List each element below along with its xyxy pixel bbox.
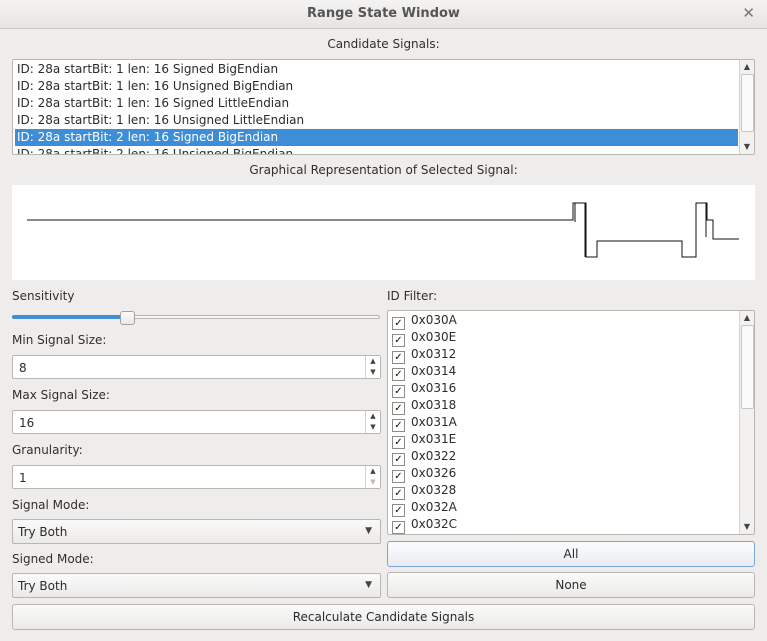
sensitivity-slider-fill xyxy=(12,315,126,319)
scroll-thumb[interactable] xyxy=(741,325,754,409)
signal-mode-dropdown[interactable]: Try Both ▼ xyxy=(12,519,381,544)
granularity-spinbox[interactable]: 1 ▲ ▼ xyxy=(12,465,381,489)
checkbox[interactable]: ✓ xyxy=(392,521,405,534)
sensitivity-slider-handle[interactable] xyxy=(120,311,135,325)
id-filter-item[interactable]: ✓ 0x031E xyxy=(392,431,457,449)
candidate-signal-row[interactable]: ID: 28a startBit: 1 len: 16 Signed Littl… xyxy=(15,95,738,112)
recalculate-button[interactable]: Recalculate Candidate Signals xyxy=(12,604,755,630)
min-signal-spinbox[interactable]: 8 ▲ ▼ xyxy=(12,355,381,379)
max-signal-label: Max Signal Size: xyxy=(12,388,110,402)
id-filter-item-label: 0x0312 xyxy=(411,347,457,361)
window-title: Range State Window xyxy=(307,6,460,21)
select-none-button[interactable]: None xyxy=(387,572,755,598)
id-filter-item-label: 0x0318 xyxy=(411,398,457,412)
id-filter-item-label: 0x0316 xyxy=(411,381,457,395)
sensitivity-label: Sensitivity xyxy=(12,289,75,303)
increment-icon[interactable]: ▲ xyxy=(366,466,380,477)
id-filter-item-label: 0x030E xyxy=(411,330,457,344)
chevron-down-icon: ▼ xyxy=(365,580,372,590)
decrement-icon[interactable]: ▼ xyxy=(366,477,380,488)
signed-mode-dropdown[interactable]: Try Both ▼ xyxy=(12,573,381,598)
candidate-signal-row[interactable]: ID: 28a startBit: 2 len: 16 Signed BigEn… xyxy=(15,129,738,146)
scroll-up-icon[interactable]: ▲ xyxy=(740,311,754,325)
granularity-label: Granularity: xyxy=(12,443,83,457)
id-filter-item[interactable]: ✓ 0x0328 xyxy=(392,482,457,500)
candidate-signal-row[interactable]: ID: 28a startBit: 2 len: 16 Unsigned Big… xyxy=(15,146,738,154)
candidate-signal-row[interactable]: ID: 28a startBit: 1 len: 16 Signed BigEn… xyxy=(15,61,738,78)
id-filter-item-label: 0x032A xyxy=(411,500,457,514)
id-filter-item-label: 0x030A xyxy=(411,313,457,327)
candidate-signals-label: Candidate Signals: xyxy=(327,37,440,51)
max-signal-spinbox[interactable]: 16 ▲ ▼ xyxy=(12,410,381,434)
close-icon[interactable]: ✕ xyxy=(742,4,755,22)
id-filter-item-label: 0x032C xyxy=(411,517,458,531)
decrement-icon[interactable]: ▼ xyxy=(366,367,380,378)
id-filter-label: ID Filter: xyxy=(387,289,438,303)
id-filter-list[interactable]: ✓ 0x030A ✓ 0x030E ✓ 0x0312 ✓ 0x0314 ✓ 0x0316 ✓ 0x03… xyxy=(387,310,755,535)
id-filter-item[interactable]: ✓ 0x031A xyxy=(392,414,457,432)
title-bar: Range State Window ✕ xyxy=(0,0,767,29)
select-all-button[interactable]: All xyxy=(387,541,755,567)
id-filter-item[interactable]: ✓ 0x0322 xyxy=(392,448,457,466)
signal-graph xyxy=(12,185,755,280)
id-filter-scrollbar[interactable]: ▲ ▼ xyxy=(739,311,754,534)
id-filter-item-label: 0x0314 xyxy=(411,364,457,378)
min-signal-label: Min Signal Size: xyxy=(12,333,107,347)
signed-mode-value: Try Both xyxy=(18,579,68,593)
signed-mode-label: Signed Mode: xyxy=(12,552,94,566)
min-signal-value[interactable]: 8 xyxy=(19,361,27,375)
id-filter-item[interactable]: ✓ 0x032C xyxy=(392,516,458,534)
scroll-down-icon[interactable]: ▼ xyxy=(740,140,754,154)
id-filter-item-label: 0x0326 xyxy=(411,466,457,480)
scroll-down-icon[interactable]: ▼ xyxy=(740,520,754,534)
candidate-signals-list[interactable]: ID: 28a startBit: 1 len: 16 Signed BigEn… xyxy=(12,59,755,155)
candidate-signal-row[interactable]: ID: 28a startBit: 1 len: 16 Unsigned Big… xyxy=(15,78,738,95)
candidate-list-scrollbar[interactable]: ▲ ▼ xyxy=(739,60,754,154)
id-filter-item-label: 0x031A xyxy=(411,415,457,429)
graph-label: Graphical Representation of Selected Sig… xyxy=(249,163,518,177)
id-filter-item[interactable]: ✓ 0x032A xyxy=(392,499,457,517)
id-filter-item[interactable]: ✓ 0x0318 xyxy=(392,397,457,415)
increment-icon[interactable]: ▲ xyxy=(366,411,380,422)
max-signal-value[interactable]: 16 xyxy=(19,416,34,430)
id-filter-item[interactable]: ✓ 0x0316 xyxy=(392,380,457,398)
signal-mode-value: Try Both xyxy=(18,525,68,539)
signal-waveform xyxy=(27,202,739,258)
id-filter-item[interactable]: ✓ 0x0326 xyxy=(392,465,457,483)
id-filter-item-label: 0x0328 xyxy=(411,483,457,497)
granularity-value[interactable]: 1 xyxy=(19,471,27,485)
id-filter-item-label: 0x0322 xyxy=(411,449,457,463)
id-filter-item[interactable]: ✓ 0x030A xyxy=(392,312,457,330)
chevron-down-icon: ▼ xyxy=(365,526,372,536)
signal-mode-label: Signal Mode: xyxy=(12,498,90,512)
scroll-up-icon[interactable]: ▲ xyxy=(740,60,754,74)
candidate-signal-row[interactable]: ID: 28a startBit: 1 len: 16 Unsigned Lit… xyxy=(15,112,738,129)
id-filter-item[interactable]: ✓ 0x0314 xyxy=(392,363,457,381)
decrement-icon[interactable]: ▼ xyxy=(366,422,380,433)
increment-icon[interactable]: ▲ xyxy=(366,356,380,367)
id-filter-item-label: 0x031E xyxy=(411,432,457,446)
id-filter-item[interactable]: ✓ 0x0312 xyxy=(392,346,457,364)
scroll-thumb[interactable] xyxy=(741,74,754,132)
id-filter-item[interactable]: ✓ 0x030E xyxy=(392,329,457,347)
